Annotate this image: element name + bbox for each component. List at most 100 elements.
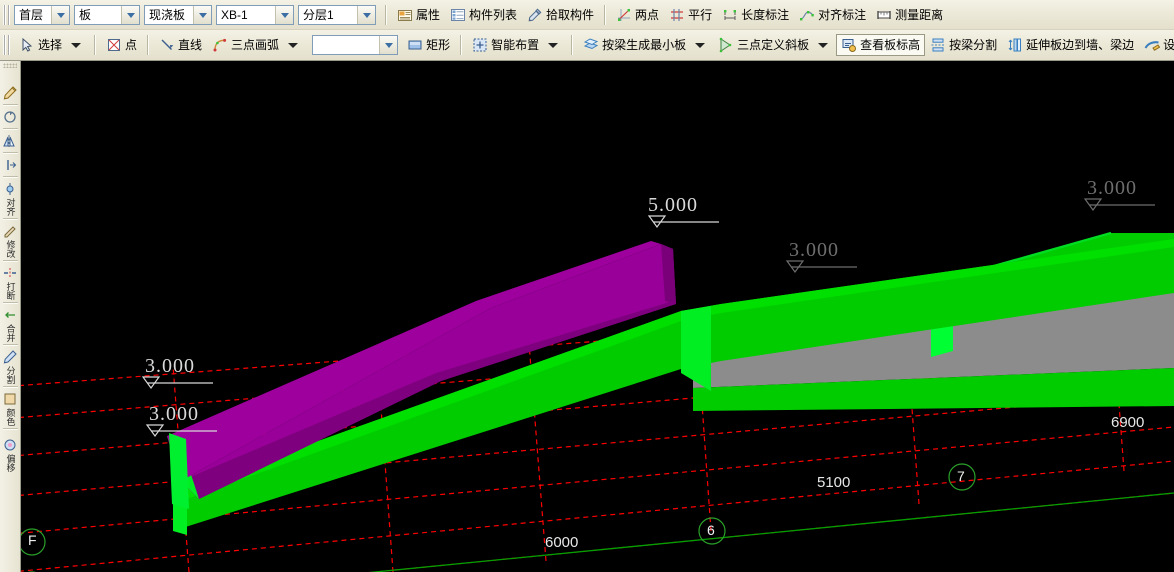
sidebar-tool-mirror[interactable] [1,132,20,150]
view-slab-elevation-button[interactable]: 查看板标高 [836,34,926,56]
chevron-down-icon[interactable] [121,5,139,24]
sloped-slab-icon [719,37,732,53]
chevron-down-icon[interactable] [285,37,301,53]
eyedropper-icon [528,7,542,21]
model-3d-scene [21,198,1174,572]
aligned-dim-icon [800,10,814,20]
three-point-sloped-slab-button[interactable]: 三点定义斜板 [713,34,836,56]
edit-icon [4,226,16,238]
chevron-down-icon[interactable] [545,37,561,53]
smart-layout-icon [473,38,487,52]
sidebar-divider [2,128,18,130]
elevation-label-5000: 5.000 [648,194,698,216]
smart-layout-label: 智能布置 [491,38,540,52]
align-icon [6,183,14,195]
sidebar-tool-combine-label: 合并 [5,324,16,342]
point-button[interactable]: 点 [101,34,142,56]
properties-label: 属性 [416,7,441,22]
select-button[interactable]: 选择 [14,34,89,56]
measure-distance-label: 测量距离 [895,7,944,22]
min-slab-icon [583,38,599,50]
toolbar-separator [147,35,150,55]
layer-select[interactable]: 分层1 [298,4,376,25]
chevron-down-icon[interactable] [357,5,375,24]
sidebar-divider [2,302,18,304]
properties-button[interactable]: 属性 [392,4,445,26]
sidebar-tool-move[interactable]: 偏移 [1,436,20,472]
length-dimension-button[interactable]: 长度标注 [717,4,794,26]
rectangle-button[interactable]: 矩形 [402,34,455,56]
arc-mode-select[interactable] [312,35,399,55]
sidebar-tool-combine[interactable]: 合并 [1,306,20,342]
line-button[interactable]: 直线 [154,34,207,56]
elevation-label-3000-right: 3.000 [1087,177,1137,199]
two-point-icon [618,8,631,21]
toolbar-grip[interactable] [3,4,11,25]
chevron-down-icon[interactable] [51,5,69,24]
application-window: 首层 板 现浇板 XB-1 分层1 属性 构件列表 拾取构件 两点 平行 长度标… [0,0,1174,572]
dimension-6000: 6000 [545,534,579,551]
floor-select[interactable]: 首层 [14,4,70,25]
toolbar-separator [385,4,387,25]
three-point-arc-button[interactable]: 三点画弧 [207,34,306,56]
pick-component-button[interactable]: 拾取构件 [522,4,599,26]
line-label: 直线 [178,38,203,52]
parallel-button[interactable]: 平行 [664,4,717,26]
chevron-down-icon[interactable] [275,5,293,24]
sidebar-tool-edit[interactable]: 修改 [1,222,20,258]
sidebar-grip[interactable] [3,63,17,68]
set-arch-slab-button[interactable]: 设置拱板 [1139,34,1174,56]
measure-icon [877,10,891,19]
toolbar-separator [460,35,463,55]
chevron-down-icon[interactable] [193,5,211,24]
arc-icon [213,38,227,52]
component-name-select[interactable]: XB-1 [216,4,294,25]
sidebar-tool-rotate[interactable] [1,108,20,126]
generate-min-slab-button[interactable]: 按梁生成最小板 [578,34,713,56]
component-subtype-value: 现浇板 [149,7,186,22]
chevron-down-icon[interactable] [692,37,708,53]
sidebar-tool-break[interactable]: 打断 [1,264,20,300]
mirror-icon [3,135,15,147]
property-toolbar: 首层 板 现浇板 XB-1 分层1 属性 构件列表 拾取构件 两点 平行 长度标… [0,0,1174,30]
component-name-value: XB-1 [221,7,248,22]
sidebar-divider [2,386,18,388]
chevron-down-icon[interactable] [379,36,398,54]
aligned-dimension-label: 对齐标注 [818,7,867,22]
extend-icon [1008,38,1022,52]
sidebar-tool-split[interactable]: 分割 [1,348,20,384]
measure-distance-button[interactable]: 测量距离 [871,4,948,26]
chevron-down-icon[interactable] [68,37,84,53]
two-point-button[interactable]: 两点 [611,4,664,26]
three-point-arc-label: 三点画弧 [231,38,280,52]
set-arch-slab-label: 设置拱板 [1163,38,1174,52]
point-icon [108,39,121,51]
sidebar-tool-align-label: 对齐 [5,198,16,216]
model-viewport[interactable]: 5.000 3.000 3.000 3.000 3.000 6000 5100 … [21,61,1174,572]
axis-bubble-7: 7 [957,468,965,484]
component-type-select[interactable]: 板 [74,4,140,25]
sidebar-tool-offset[interactable] [1,156,20,174]
sidebar-tool-color[interactable]: 颜色 [1,390,20,426]
arch-slab-icon [1144,41,1161,51]
length-dimension-label: 长度标注 [741,7,790,22]
color-icon [4,393,16,405]
sidebar-tool-pencil[interactable] [1,84,20,102]
slab-edge-green [169,433,189,509]
point-label: 点 [125,38,138,52]
aligned-dimension-button[interactable]: 对齐标注 [794,4,871,26]
extend-slab-edge-button[interactable]: 延伸板边到墙、梁边 [1002,34,1139,56]
two-point-label: 两点 [635,7,660,22]
sidebar-tool-align[interactable]: 对齐 [1,180,20,216]
smart-layout-button[interactable]: 智能布置 [467,34,566,56]
component-list-button[interactable]: 构件列表 [445,4,522,26]
elevation-label-3000-middle: 3.000 [789,239,839,261]
toolbar-grip[interactable] [3,35,11,55]
floor-select-value: 首层 [19,7,44,22]
chevron-down-icon[interactable] [815,37,831,53]
list-icon [451,8,466,21]
component-subtype-select[interactable]: 现浇板 [144,4,212,25]
sidebar-divider [2,104,18,106]
split-by-beam-button[interactable]: 按梁分割 [925,34,1002,56]
axis-bubble-6: 6 [707,522,715,538]
